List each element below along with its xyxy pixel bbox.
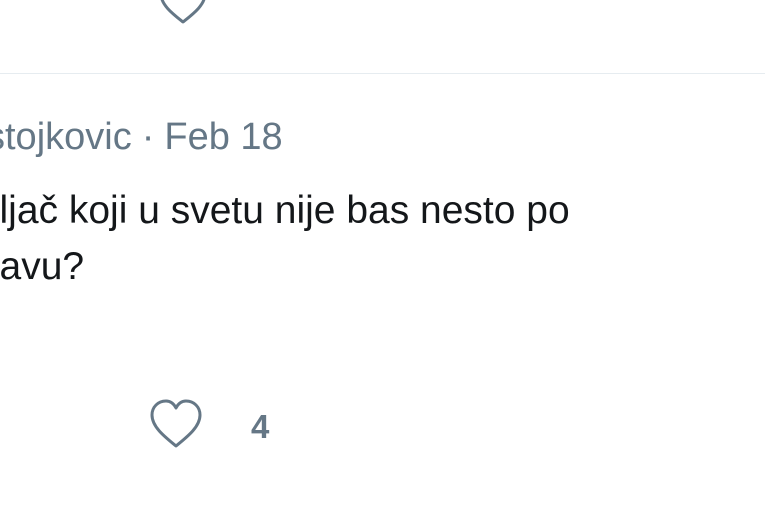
reply-text-line: zavu?: [0, 245, 85, 288]
heart-icon: [148, 399, 204, 454]
meta-separator: ·: [141, 116, 155, 158]
author-handle[interactable]: stojkovic: [0, 116, 132, 158]
reply-text-line: vljač koji u svetu nije bas nesto po: [0, 189, 570, 232]
reply-thread: stojkovic · Feb 18 vljač koji u svetu nije…: [0, 0, 765, 510]
reply-divider: [0, 73, 765, 74]
reply-date[interactable]: Feb 18: [164, 116, 282, 158]
reply-text: vljač koji u svetu nije bas nesto po zav…: [0, 183, 765, 295]
like-count: 4: [251, 408, 270, 445]
like-button[interactable]: [148, 398, 204, 450]
heart-icon[interactable]: [157, 0, 209, 26]
reply-meta: stojkovic · Feb 18: [0, 118, 283, 156]
